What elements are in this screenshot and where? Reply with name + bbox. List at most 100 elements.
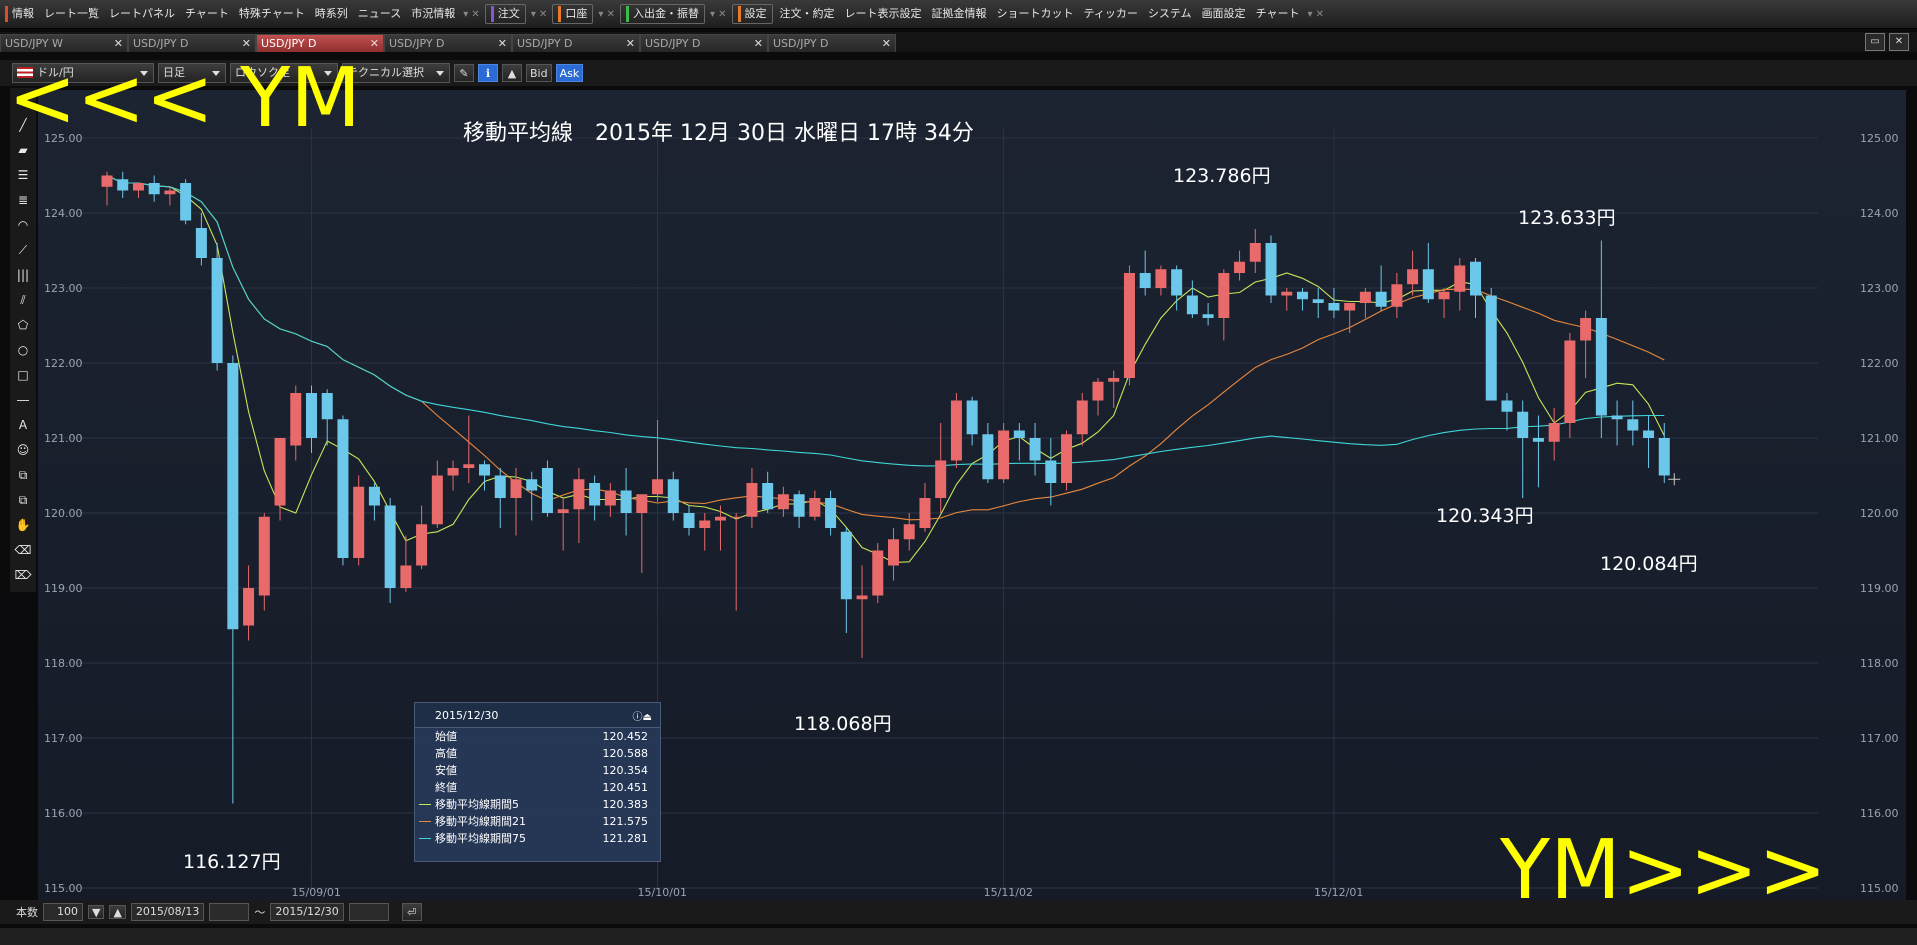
candle-body [1391, 284, 1403, 307]
count-input[interactable]: 100 [43, 903, 83, 921]
candle-body [872, 550, 884, 596]
menu-item-19[interactable]: チャート [1251, 0, 1305, 28]
menu-item-11[interactable]: 設定 [731, 4, 773, 24]
tab-close-icon[interactable]: ✕ [754, 37, 763, 50]
restore-icon[interactable]: ▭ [1865, 33, 1885, 51]
candle-body [1485, 295, 1497, 401]
mountain-chart-icon[interactable]: ▲ [502, 64, 522, 82]
return-icon[interactable]: ⏎ [401, 903, 422, 921]
to-date-input[interactable]: 2015/12/30 [270, 903, 344, 921]
tab-close-icon[interactable]: ✕ [114, 37, 123, 50]
tab-1[interactable]: USD/JPY D ✕ [128, 34, 256, 52]
ask-button[interactable]: Ask [555, 64, 584, 82]
candle-body [1186, 295, 1198, 315]
tab-6[interactable]: USD/JPY D ✕ [768, 34, 896, 52]
to-time-input[interactable] [348, 903, 389, 921]
tab-close-icon[interactable]: ✕ [626, 37, 635, 50]
count-down-icon[interactable]: ▼ [88, 905, 105, 919]
menu-item-17[interactable]: システム [1143, 0, 1197, 28]
menu-item-3[interactable]: チャート [180, 0, 234, 28]
text-icon[interactable]: A [13, 415, 33, 435]
circle-icon[interactable]: ○ [13, 340, 33, 360]
tab-close-icon[interactable]: ✕ [242, 37, 251, 50]
rectangle-icon[interactable]: □ [13, 365, 33, 385]
menu-item-14[interactable]: 証拠金情報 [927, 0, 992, 28]
hline-icon[interactable]: ― [13, 390, 33, 410]
candle-body [1627, 419, 1639, 431]
candle-body [1029, 438, 1041, 461]
pen-icon[interactable]: ✎ [454, 64, 474, 82]
channel-icon[interactable]: ≣ [13, 190, 33, 210]
candle-body [935, 460, 947, 498]
candlestick-chart[interactable]: 125.00 125.00124.00 124.00123.00 123.00122.… [38, 90, 1906, 900]
tab-close-icon[interactable]: ✕ [370, 37, 379, 50]
candle-body [1564, 340, 1576, 423]
menu-dropdown-icon[interactable]: ▾ ✕ [460, 9, 483, 20]
callout-dec-mid: 120.343円 [1436, 505, 1534, 527]
tab-2[interactable]: USD/JPY D ✕ [256, 34, 384, 52]
menu-item-6[interactable]: ニュース [353, 0, 406, 28]
tab-5[interactable]: USD/JPY D ✕ [640, 34, 768, 52]
ohlc-info-panel[interactable]: 2015/12/30 ⓘ⏏ 始値 120.452 高値 120.588 安値 120.35… [414, 702, 661, 862]
tab-3[interactable]: USD/JPY D ✕ [384, 34, 512, 52]
count-up-icon[interactable]: ▲ [109, 905, 126, 919]
info-icon[interactable]: ℹ [478, 64, 498, 82]
menu-item-16[interactable]: ティッカー [1079, 0, 1143, 28]
close-icon[interactable]: ✕ [1889, 33, 1909, 51]
candle-body [620, 490, 632, 513]
candle-body [809, 498, 821, 517]
fan-icon[interactable]: ⟋ [13, 240, 33, 260]
tab-4[interactable]: USD/JPY D ✕ [512, 34, 640, 52]
emoji-icon[interactable]: ☺ [13, 440, 33, 460]
y-tick-label-right: 118.00 [1860, 657, 1899, 670]
menu-item-0[interactable]: 情報 [0, 0, 39, 28]
candle-body [966, 400, 978, 435]
candle-body [667, 479, 679, 513]
menu-item-8[interactable]: 注文 [484, 4, 526, 24]
menu-dropdown-icon[interactable]: ▾ ✕ [707, 9, 730, 20]
from-time-input[interactable] [209, 903, 250, 921]
info-toggle-icon[interactable]: ⓘ⏏ [633, 708, 652, 723]
menu-dropdown-icon[interactable]: ▾ ✕ [1304, 9, 1327, 20]
candle-body [1076, 400, 1088, 435]
candle-body [164, 190, 176, 195]
eraser-icon[interactable]: ⌫ [13, 540, 33, 560]
tab-close-icon[interactable]: ✕ [498, 37, 507, 50]
paste-icon[interactable]: ⧉ [13, 490, 33, 510]
menu-item-15[interactable]: ショートカット [992, 0, 1079, 28]
menu-item-9[interactable]: 口座 [552, 4, 594, 24]
menu-item-2[interactable]: レートパネル [104, 0, 180, 28]
menu-item-5[interactable]: 時系列 [310, 0, 353, 28]
candle-body [101, 175, 113, 187]
menu-dropdown-icon[interactable]: ▾ ✕ [595, 9, 618, 20]
from-date-input[interactable]: 2015/08/13 [130, 903, 205, 921]
menu-item-10[interactable]: 入出金・振替 [619, 4, 705, 24]
menu-item-12[interactable]: 注文・約定 [775, 0, 840, 28]
series-swatch [419, 838, 431, 839]
main-menubar: 情報 レート一覧 レートパネル チャート 特殊チャート 時系列 ニュース 市況情報 ▾ ✕ 注文 ▾… [0, 0, 1917, 29]
menu-item-13[interactable]: レート表示設定 [840, 0, 927, 28]
vertical-lines-icon[interactable]: ||| [13, 265, 33, 285]
tab-0[interactable]: USD/JPY W ✕ [0, 34, 128, 52]
candle-body [510, 479, 522, 498]
pitchfork-icon[interactable]: ⫽ [13, 290, 33, 310]
menu-item-1[interactable]: レート一覧 [39, 0, 104, 28]
fibonacci-arc-icon[interactable]: ◠ [13, 215, 33, 235]
copy-icon[interactable]: ⧉ [13, 465, 33, 485]
bid-button[interactable]: Bid [526, 64, 552, 82]
candle-body [982, 434, 994, 480]
hand-icon[interactable]: ✋ [13, 515, 33, 535]
candle-body [400, 565, 412, 588]
menu-item-7[interactable]: 市況情報 [406, 0, 460, 28]
y-tick-label-left: 117.00 [44, 732, 83, 745]
candle-body [431, 475, 443, 525]
eraser-all-icon[interactable]: ⌦ [13, 565, 33, 585]
chart-canvas[interactable]: 125.00 125.00 124.00 124.00 123.00 123.00 122.… [38, 90, 1906, 900]
menu-dropdown-icon[interactable]: ▾ ✕ [528, 9, 551, 20]
menu-item-4[interactable]: 特殊チャート [234, 0, 310, 28]
horizontal-lines-icon[interactable]: ☰ [13, 165, 33, 185]
menu-item-18[interactable]: 画面設定 [1197, 0, 1251, 28]
pentagon-icon[interactable]: ⬠ [13, 315, 33, 335]
tab-close-icon[interactable]: ✕ [882, 37, 891, 50]
y-tick-label-left: 122.00 [44, 357, 83, 370]
